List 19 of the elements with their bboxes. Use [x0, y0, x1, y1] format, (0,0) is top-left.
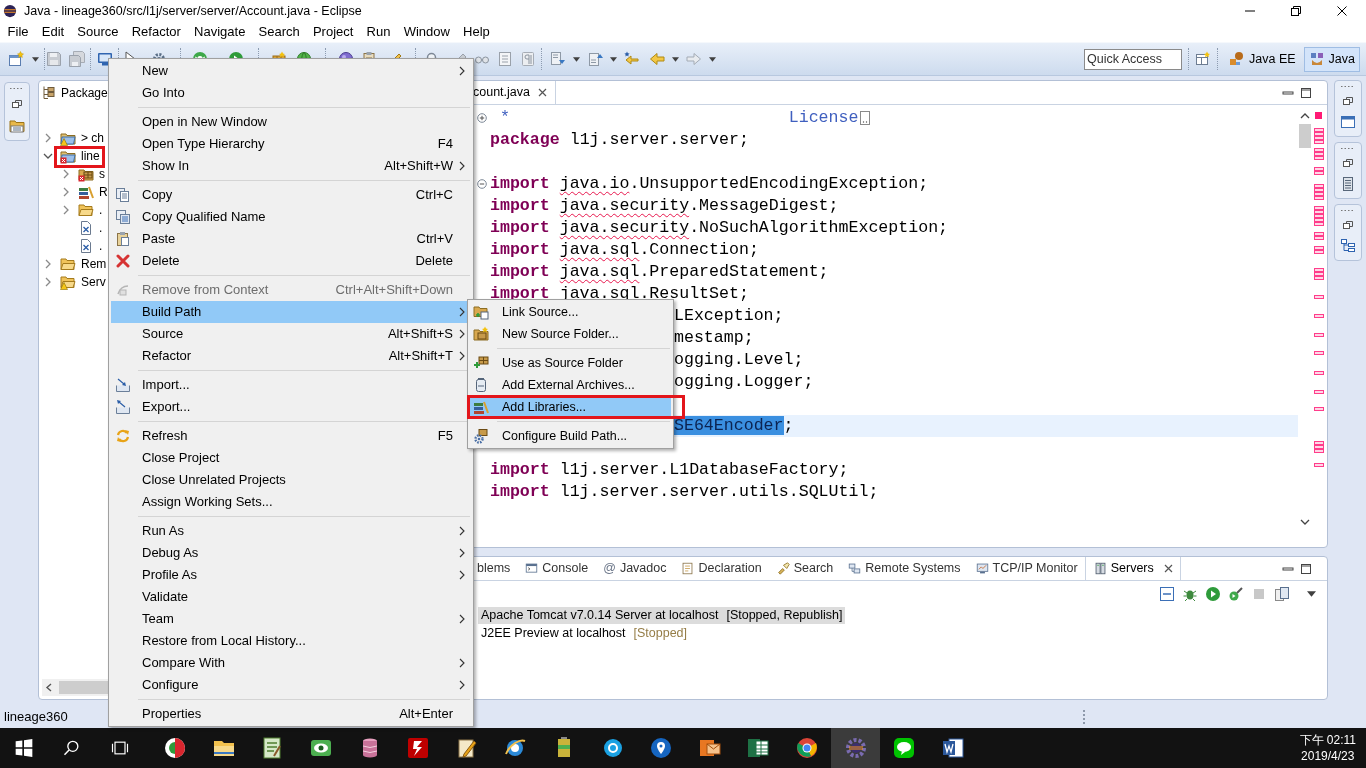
status-text: lineage360 — [4, 708, 68, 725]
code-line: import java.security.MessageDigest; — [490, 195, 839, 217]
code-line: import java.sql.Connection; — [490, 239, 759, 261]
code-line: import java.security.NoSuchAlgorithmException; — [490, 217, 949, 239]
code-line: import java.io.UnsupportedEncodingException; — [490, 173, 929, 195]
code-line: * License — [498, 107, 859, 129]
code-line: ogging.Level; — [674, 349, 804, 371]
code-line: import java.sql.ResultSet; — [490, 283, 749, 305]
clock-date: 2019/4/23 — [1301, 748, 1355, 764]
window-title: Java - lineage360/src/l1j/server/server/Account.java - Eclipse — [24, 3, 362, 19]
code-line: import l1j.server.server.utils.SQLUtil; — [490, 481, 879, 503]
code-line: import java.sql.PreparedStatement; — [490, 261, 829, 283]
code-line: ogging.Logger; — [674, 371, 814, 393]
at-sign-icon: @ — [603, 561, 616, 576]
clock-time: 下午 02:11 — [1299, 732, 1356, 748]
code-line: LException; — [674, 305, 784, 327]
code-line: package l1j.server.server; — [490, 129, 749, 151]
code-line: import l1j.server.L1DatabaseFactory; — [490, 459, 849, 481]
code-line: mestamp; — [674, 327, 754, 349]
